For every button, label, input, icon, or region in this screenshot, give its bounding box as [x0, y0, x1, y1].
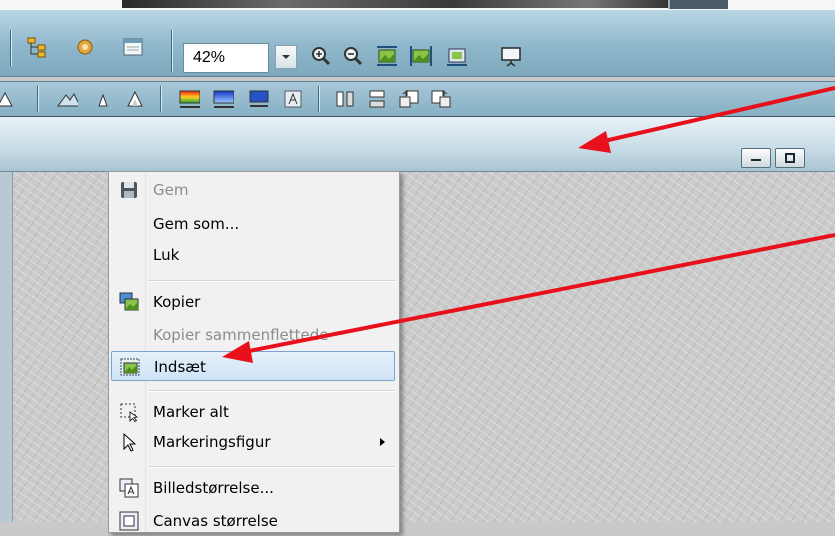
toolbar-separator [37, 86, 38, 112]
zoom-input[interactable]: 42% [183, 43, 269, 73]
menu-item-label: Billedstørrelse... [153, 479, 274, 497]
color-balance-icon[interactable] [178, 88, 200, 110]
photo-strip [0, 0, 835, 10]
color-gradient-icon[interactable] [212, 88, 234, 110]
gear-icon[interactable] [74, 36, 96, 58]
restore-icon [785, 153, 795, 163]
flip-vertical-icon[interactable] [366, 88, 388, 110]
rotate-left-icon[interactable] [398, 88, 420, 110]
minimize-icon [751, 159, 761, 161]
menu-item-label: Marker alt [153, 403, 229, 421]
toolbar-separator [10, 30, 11, 66]
menu-item-label: Canvas størrelse [153, 512, 278, 530]
copy-image-icon [119, 292, 139, 311]
image-size-icon [119, 478, 139, 498]
contrast-high-icon[interactable] [124, 88, 146, 110]
slideshow-icon[interactable] [500, 45, 522, 67]
left-panel-edge [0, 172, 13, 522]
rotate-right-icon[interactable] [430, 88, 452, 110]
window-icon[interactable] [122, 36, 144, 58]
zoom-in-icon[interactable] [310, 45, 332, 67]
minimize-button[interactable] [741, 148, 771, 168]
toolbar-separator [160, 86, 161, 112]
menu-item-luk[interactable]: Luk [111, 240, 395, 270]
menu-item-kopier-sammenflettede[interactable]: Kopier sammenflettede [111, 320, 395, 350]
submenu-arrow-icon [380, 438, 385, 446]
context-menu: Gem Gem som... Luk Kopier Kopier sammenf… [108, 171, 400, 533]
menu-item-kopier[interactable]: Kopier [111, 287, 395, 317]
mountain-icon[interactable] [56, 88, 78, 110]
menu-separator [149, 466, 395, 468]
flip-horizontal-icon[interactable] [334, 88, 356, 110]
menu-item-label: Luk [153, 246, 180, 264]
actual-size-icon[interactable] [410, 45, 432, 67]
toolbar-top: 42% [0, 10, 835, 77]
fit-image-icon[interactable] [376, 45, 398, 67]
blue-tone-icon[interactable] [248, 88, 270, 110]
selection-shape-icon [123, 432, 137, 452]
save-icon [121, 182, 137, 198]
paste-image-icon [120, 358, 140, 376]
canvas-size-icon [119, 511, 139, 531]
toolbar-separator [171, 30, 172, 72]
menu-item-indsaet[interactable]: Indsæt [111, 351, 395, 381]
menu-item-label: Indsæt [154, 358, 206, 376]
document-title-bar[interactable] [0, 117, 835, 172]
brightness-icon[interactable] [0, 88, 16, 110]
menu-item-label: Markeringsfigur [153, 433, 271, 451]
menu-item-marker-alt[interactable]: Marker alt [111, 397, 395, 427]
effect-icon[interactable] [282, 88, 304, 110]
photo-preview [122, 0, 670, 8]
restore-button[interactable] [775, 148, 805, 168]
menu-item-label: Kopier sammenflettede [153, 326, 329, 344]
menu-item-label: Gem [153, 181, 189, 199]
toolbar-adjustments [0, 81, 835, 118]
menu-item-label: Kopier [153, 293, 201, 311]
photo-frame [668, 0, 728, 9]
menu-item-markeringsfigur[interactable]: Markeringsfigur [111, 427, 395, 457]
zoom-out-icon[interactable] [342, 45, 364, 67]
select-all-icon [120, 403, 139, 422]
menu-separator [149, 390, 395, 392]
chevron-down-icon [282, 55, 290, 59]
menu-separator [149, 280, 395, 282]
menu-item-billedstorrelse[interactable]: Billedstørrelse... [111, 473, 395, 503]
zoom-dropdown-button[interactable] [275, 45, 297, 69]
menu-item-gem[interactable]: Gem [111, 175, 395, 205]
frame-view-icon[interactable] [446, 45, 468, 67]
toolbar-separator [318, 86, 319, 112]
tree-view-icon[interactable] [26, 36, 48, 58]
menu-item-label: Gem som... [153, 215, 240, 233]
contrast-low-icon[interactable] [92, 88, 114, 110]
menu-item-gem-som[interactable]: Gem som... [111, 209, 395, 239]
menu-item-canvas-storrelse[interactable]: Canvas størrelse [111, 506, 395, 536]
